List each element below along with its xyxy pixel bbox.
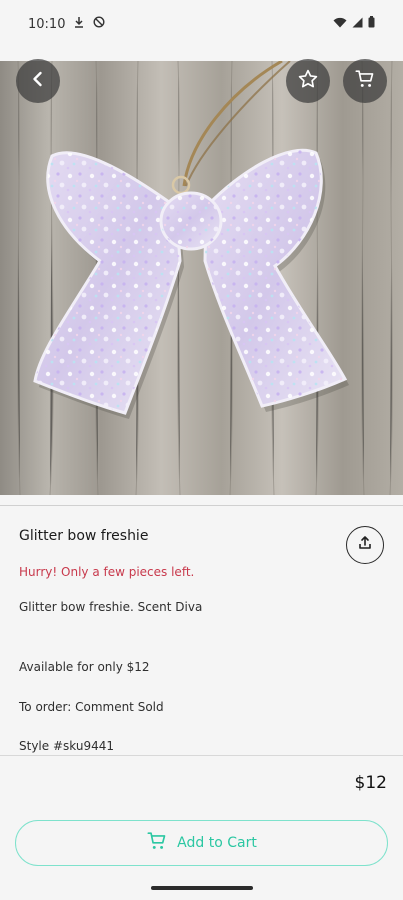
stock-urgency-message: Hurry! Only a few pieces left. xyxy=(19,565,195,579)
description-line: To order: Comment Sold xyxy=(19,700,164,714)
status-right xyxy=(333,16,375,32)
product-photo xyxy=(0,61,403,495)
product-detail-screen: 10:10 Glitter bow freshie Hurry! Only a … xyxy=(0,0,403,900)
product-title: Glitter bow freshie xyxy=(19,528,149,544)
star-icon xyxy=(297,68,319,94)
shopping-cart-icon xyxy=(354,68,376,94)
description-line: Available for only $12 xyxy=(19,660,150,674)
add-to-cart-label: Add to Cart xyxy=(177,835,257,851)
share-button[interactable] xyxy=(346,526,384,564)
status-bar: 10:10 xyxy=(0,0,403,48)
status-left: 10:10 xyxy=(28,16,105,32)
product-image-carousel[interactable] xyxy=(0,61,403,495)
description-line: Style #sku9441 xyxy=(19,739,114,753)
footer-divider xyxy=(0,755,403,756)
arrow-left-icon xyxy=(29,70,47,92)
wifi-icon xyxy=(333,17,347,32)
shopping-cart-icon xyxy=(146,830,168,856)
favorite-button[interactable] xyxy=(286,59,330,103)
back-button[interactable] xyxy=(16,59,60,103)
product-price: $12 xyxy=(354,773,387,793)
do-not-disturb-icon xyxy=(93,16,105,32)
home-indicator[interactable] xyxy=(151,886,253,890)
share-upload-icon xyxy=(357,535,373,555)
cart-button[interactable] xyxy=(343,59,387,103)
cell-signal-icon xyxy=(352,17,363,32)
add-to-cart-button[interactable]: Add to Cart xyxy=(15,820,388,866)
battery-icon xyxy=(368,16,375,32)
download-icon xyxy=(74,16,84,32)
image-divider xyxy=(0,505,403,506)
status-time: 10:10 xyxy=(28,16,66,32)
description-line: Glitter bow freshie. Scent Diva xyxy=(19,600,203,614)
